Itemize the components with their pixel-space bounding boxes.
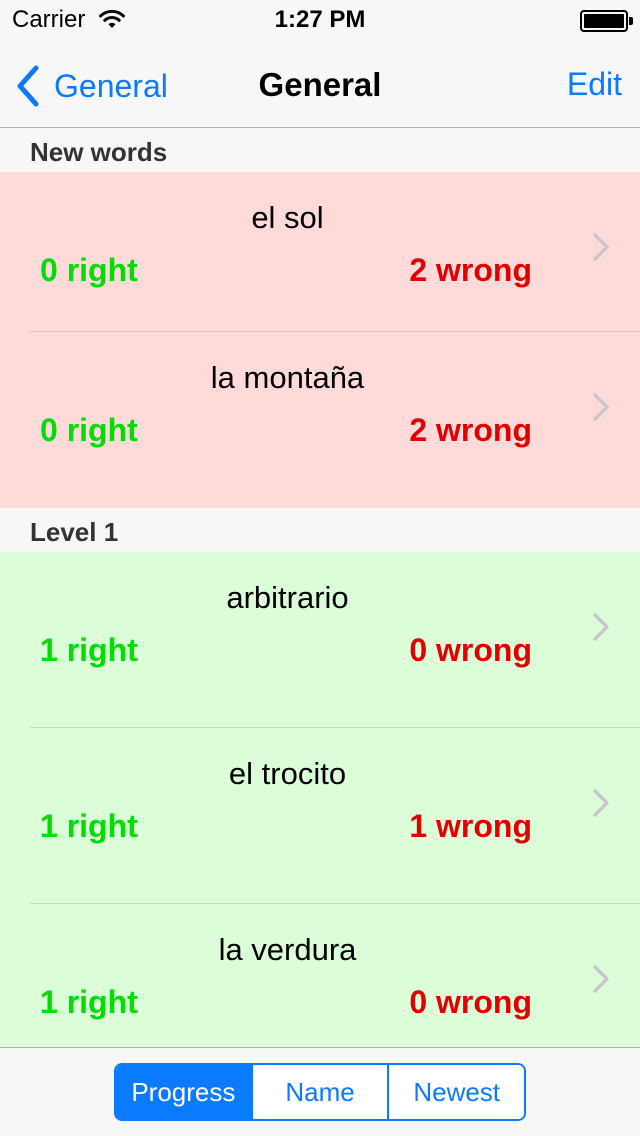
wrong-count: 2 wrong xyxy=(409,412,532,448)
sort-segmented-control: Progress Name Newest xyxy=(114,1063,526,1121)
chevron-right-icon xyxy=(593,613,609,641)
status-time: 1:27 PM xyxy=(274,6,366,33)
section-header-new-words: New words xyxy=(0,128,640,172)
section-header-label: New words xyxy=(30,137,168,167)
navigation-bar: Carrier 1:27 PM General General Edit xyxy=(0,0,640,128)
bottom-toolbar: Progress Name Newest xyxy=(0,1047,640,1136)
back-button-label: General xyxy=(54,67,168,104)
chevron-left-icon xyxy=(17,65,39,107)
word-label: el trocito xyxy=(228,756,347,791)
word-label: arbitrario xyxy=(226,580,349,615)
chevron-right-icon xyxy=(593,789,609,817)
section-header-label: Level 1 xyxy=(30,517,119,547)
edit-button[interactable]: Edit xyxy=(567,66,622,103)
right-count: 0 right xyxy=(40,412,138,448)
word-label: el sol xyxy=(251,200,324,235)
right-count: 0 right xyxy=(40,252,138,288)
chevron-right-icon xyxy=(593,965,609,993)
status-bar: Carrier 1:27 PM xyxy=(0,0,640,40)
chevron-right-icon xyxy=(593,233,609,261)
word-label: la montaña xyxy=(210,360,365,395)
segment-newest[interactable]: Newest xyxy=(389,1065,524,1119)
word-row-arbitrario[interactable]: arbitrario 1 right 0 wrong xyxy=(0,552,640,728)
segment-name[interactable]: Name xyxy=(252,1065,390,1119)
segment-progress[interactable]: Progress xyxy=(116,1065,253,1119)
word-row-el-sol[interactable]: el sol 0 right 2 wrong xyxy=(0,172,640,348)
battery-icon xyxy=(580,10,633,32)
back-button[interactable]: General xyxy=(14,62,168,110)
word-label: la verdura xyxy=(218,932,357,967)
section-header-level-1: Level 1 xyxy=(0,508,640,552)
word-row-el-trocito[interactable]: el trocito 1 right 1 wrong xyxy=(0,728,640,904)
wrong-count: 0 wrong xyxy=(409,984,532,1020)
right-count: 1 right xyxy=(40,984,138,1020)
chevron-right-icon xyxy=(593,393,609,421)
right-count: 1 right xyxy=(40,632,138,668)
wrong-count: 0 wrong xyxy=(409,632,532,668)
word-row-la-montana[interactable]: la montaña 0 right 2 wrong xyxy=(0,332,640,508)
wrong-count: 2 wrong xyxy=(409,252,532,288)
wrong-count: 1 wrong xyxy=(409,808,532,844)
right-count: 1 right xyxy=(40,808,138,844)
